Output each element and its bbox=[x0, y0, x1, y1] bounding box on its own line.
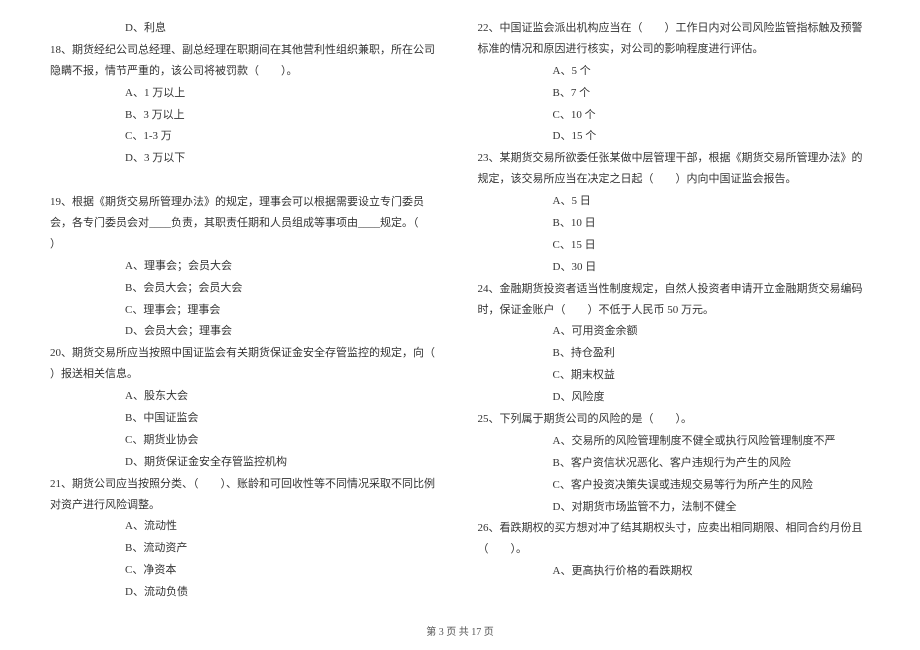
question-20: 20、期货交易所应当按照中国证监会有关期货保证金安全存管监控的规定，向（ ）报送… bbox=[50, 343, 443, 385]
option-text: D、3 万以下 bbox=[50, 148, 443, 169]
question-22: 22、中国证监会派出机构应当在（ ）工作日内对公司风险监管指标触及预警标准的情况… bbox=[478, 18, 871, 60]
right-column: 22、中国证监会派出机构应当在（ ）工作日内对公司风险监管指标触及预警标准的情况… bbox=[478, 18, 871, 604]
question-21: 21、期货公司应当按照分类、（ ）、账龄和可回收性等不同情况采取不同比例对资产进… bbox=[50, 474, 443, 516]
option-text: A、1 万以上 bbox=[50, 83, 443, 104]
option-text: B、10 日 bbox=[478, 213, 871, 234]
option-text: D、流动负债 bbox=[50, 582, 443, 603]
option-text: A、交易所的风险管理制度不健全或执行风险管理制度不严 bbox=[478, 431, 871, 452]
spacer bbox=[50, 170, 443, 191]
option-text: C、客户投资决策失误或违规交易等行为所产生的风险 bbox=[478, 475, 871, 496]
option-text: D、风险度 bbox=[478, 387, 871, 408]
option-text: A、更高执行价格的看跌期权 bbox=[478, 561, 871, 582]
left-column: D、利息 18、期货经纪公司总经理、副总经理在职期间在其他营利性组织兼职，所在公… bbox=[50, 18, 443, 604]
option-text: A、可用资金余额 bbox=[478, 321, 871, 342]
option-text: D、15 个 bbox=[478, 126, 871, 147]
option-text: D、利息 bbox=[50, 18, 443, 39]
question-18: 18、期货经纪公司总经理、副总经理在职期间在其他营利性组织兼职，所在公司隐瞒不报… bbox=[50, 40, 443, 82]
option-text: A、5 个 bbox=[478, 61, 871, 82]
option-text: C、期货业协会 bbox=[50, 430, 443, 451]
option-text: C、1-3 万 bbox=[50, 126, 443, 147]
option-text: A、5 日 bbox=[478, 191, 871, 212]
option-text: D、会员大会；理事会 bbox=[50, 321, 443, 342]
option-text: C、净资本 bbox=[50, 560, 443, 581]
option-text: B、会员大会；会员大会 bbox=[50, 278, 443, 299]
question-24: 24、金融期货投资者适当性制度规定，自然人投资者申请开立金融期货交易编码时，保证… bbox=[478, 279, 871, 321]
option-text: B、中国证监会 bbox=[50, 408, 443, 429]
option-text: D、期货保证金安全存管监控机构 bbox=[50, 452, 443, 473]
option-text: A、流动性 bbox=[50, 516, 443, 537]
option-text: B、3 万以上 bbox=[50, 105, 443, 126]
option-text: A、理事会；会员大会 bbox=[50, 256, 443, 277]
option-text: C、10 个 bbox=[478, 105, 871, 126]
question-19: 19、根据《期货交易所管理办法》的规定，理事会可以根据需要设立专门委员会，各专门… bbox=[50, 192, 443, 255]
option-text: A、股东大会 bbox=[50, 386, 443, 407]
option-text: C、期末权益 bbox=[478, 365, 871, 386]
option-text: B、7 个 bbox=[478, 83, 871, 104]
option-text: B、持仓盈利 bbox=[478, 343, 871, 364]
option-text: D、对期货市场监管不力，法制不健全 bbox=[478, 497, 871, 518]
question-25: 25、下列属于期货公司的风险的是（ ）。 bbox=[478, 409, 871, 430]
page-footer: 第 3 页 共 17 页 bbox=[0, 623, 920, 642]
option-text: C、理事会；理事会 bbox=[50, 300, 443, 321]
option-text: C、15 日 bbox=[478, 235, 871, 256]
question-26: 26、看跌期权的买方想对冲了结其期权头寸，应卖出相同期限、相同合约月份且（ ）。 bbox=[478, 518, 871, 560]
question-23: 23、某期货交易所欲委任张某做中层管理干部，根据《期货交易所管理办法》的规定，该… bbox=[478, 148, 871, 190]
option-text: B、流动资产 bbox=[50, 538, 443, 559]
page-body: D、利息 18、期货经纪公司总经理、副总经理在职期间在其他营利性组织兼职，所在公… bbox=[0, 0, 920, 612]
option-text: B、客户资信状况恶化、客户违规行为产生的风险 bbox=[478, 453, 871, 474]
option-text: D、30 日 bbox=[478, 257, 871, 278]
